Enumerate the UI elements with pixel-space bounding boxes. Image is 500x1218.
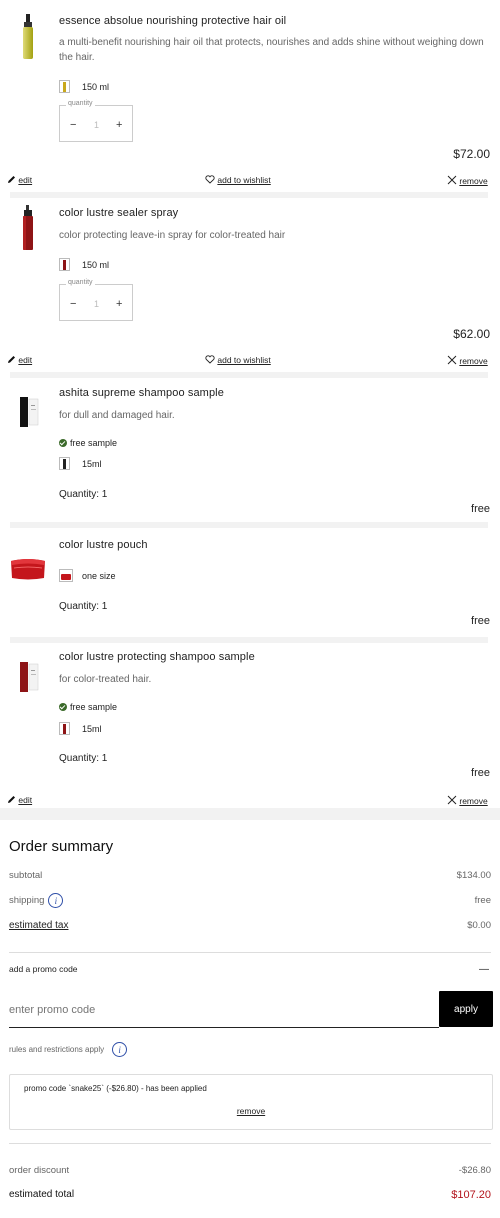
heart-icon — [205, 175, 215, 184]
product-title[interactable]: color lustre pouch — [59, 539, 148, 551]
estimated-total-value: $107.20 — [451, 1189, 491, 1201]
quantity-text: Quantity: 1 — [59, 489, 108, 500]
subtotal-label: subtotal — [9, 870, 43, 881]
applied-promo-box: promo code `snake25` (-$26.80) - has bee… — [9, 1074, 493, 1130]
item-divider — [10, 372, 488, 378]
quantity-text: Quantity: 1 — [59, 601, 108, 612]
size-label: 15ml — [82, 459, 102, 469]
product-title[interactable]: color lustre protecting shampoo sample — [59, 651, 255, 663]
size-label: 150 ml — [82, 260, 110, 270]
decrease-button[interactable]: − — [70, 119, 76, 131]
size-swatch — [59, 457, 70, 470]
product-image[interactable] — [9, 556, 47, 581]
quantity-text: Quantity: 1 — [59, 753, 108, 764]
increase-button[interactable]: + — [116, 298, 122, 310]
product-title[interactable]: essence absolue nourishing protective ha… — [59, 15, 286, 27]
item-divider — [10, 522, 488, 528]
close-icon — [447, 175, 457, 185]
collapse-icon[interactable]: — — [479, 964, 489, 975]
item-price: $62.00 — [453, 327, 490, 341]
edit-link[interactable]: edit — [7, 175, 32, 185]
promo-toggle-row[interactable]: add a promo code — — [9, 964, 491, 975]
pencil-icon — [8, 356, 15, 363]
product-image[interactable] — [18, 395, 40, 429]
rules-row: rules and restrictions apply i — [9, 1042, 128, 1057]
size-swatch — [59, 258, 70, 271]
size-label: 150 ml — [82, 82, 110, 92]
order-discount-value: -$26.80 — [458, 1165, 491, 1176]
quantity-stepper[interactable]: quantity − 1 + — [59, 100, 133, 142]
item-price: free — [471, 767, 490, 779]
edit-link[interactable]: edit — [7, 355, 32, 365]
size-swatch — [59, 569, 73, 582]
product-description: a multi-benefit nourishing hair oil that… — [59, 37, 484, 63]
quantity-label: quantity — [66, 100, 95, 107]
item-price: free — [471, 503, 490, 515]
divider — [9, 1143, 491, 1144]
estimated-tax-link[interactable]: estimated tax — [9, 920, 68, 931]
product-title[interactable]: ashita supreme shampoo sample — [59, 387, 224, 399]
tax-row: estimated tax $0.00 — [9, 920, 491, 931]
product-description: for dull and damaged hair. — [59, 410, 175, 421]
size-swatch — [59, 80, 70, 93]
edit-link[interactable]: edit — [7, 795, 32, 805]
estimated-total-label: estimated total — [9, 1189, 75, 1200]
check-circle-icon — [59, 703, 67, 711]
rules-text: rules and restrictions apply — [9, 1045, 105, 1054]
pencil-icon — [8, 796, 15, 803]
item-divider — [10, 637, 488, 643]
quantity-stepper[interactable]: quantity − 1 + — [59, 279, 133, 321]
shipping-row: shipping i free — [9, 893, 491, 908]
decrease-button[interactable]: − — [70, 298, 76, 310]
quantity-value[interactable]: 1 — [94, 299, 99, 309]
item-divider — [10, 192, 488, 198]
promo-label: add a promo code — [9, 964, 78, 974]
tax-value: $0.00 — [467, 920, 491, 931]
info-icon[interactable]: i — [48, 893, 64, 908]
heart-icon — [205, 355, 215, 364]
shipping-value: free — [474, 895, 491, 906]
free-sample-badge: free sample — [59, 702, 117, 712]
product-image[interactable] — [18, 660, 40, 694]
order-discount-label: order discount — [9, 1165, 70, 1176]
size-label: 15ml — [82, 724, 102, 734]
order-summary-heading: Order summary — [9, 838, 114, 855]
estimated-total-row: estimated total $107.20 — [9, 1189, 491, 1201]
item-price: free — [471, 615, 490, 627]
item-price: $72.00 — [453, 147, 490, 161]
product-image[interactable] — [21, 205, 35, 251]
product-description: color protecting leave-in spray for colo… — [59, 230, 286, 241]
close-icon — [447, 795, 457, 805]
product-image[interactable] — [20, 14, 36, 60]
remove-link[interactable]: remove — [447, 355, 488, 366]
item-divider — [0, 808, 500, 820]
free-sample-badge: free sample — [59, 438, 117, 448]
add-to-wishlist-link[interactable]: add to wishlist — [205, 175, 271, 185]
increase-button[interactable]: + — [116, 119, 122, 131]
product-title[interactable]: color lustre sealer spray — [59, 207, 178, 219]
quantity-label: quantity — [66, 279, 95, 286]
applied-promo-message: promo code `snake25` (-$26.80) - has bee… — [24, 1084, 207, 1093]
add-to-wishlist-link[interactable]: add to wishlist — [205, 355, 271, 365]
apply-button[interactable]: apply — [439, 991, 493, 1027]
close-icon — [447, 355, 457, 365]
info-icon[interactable]: i — [112, 1042, 128, 1057]
promo-code-input[interactable] — [9, 992, 439, 1028]
subtotal-row: subtotal $134.00 — [9, 870, 491, 881]
check-circle-icon — [59, 439, 67, 447]
subtotal-value: $134.00 — [456, 870, 491, 881]
order-discount-row: order discount -$26.80 — [9, 1165, 491, 1176]
size-label: one size — [82, 571, 116, 581]
remove-promo-link[interactable]: remove — [10, 1106, 492, 1116]
size-swatch — [59, 722, 70, 735]
pencil-icon — [8, 176, 15, 183]
divider — [9, 952, 491, 953]
product-description: for color-treated hair. — [59, 674, 152, 685]
remove-link[interactable]: remove — [447, 795, 488, 806]
quantity-value[interactable]: 1 — [94, 120, 99, 130]
remove-link[interactable]: remove — [447, 175, 488, 186]
shipping-label: shipping — [9, 895, 45, 907]
